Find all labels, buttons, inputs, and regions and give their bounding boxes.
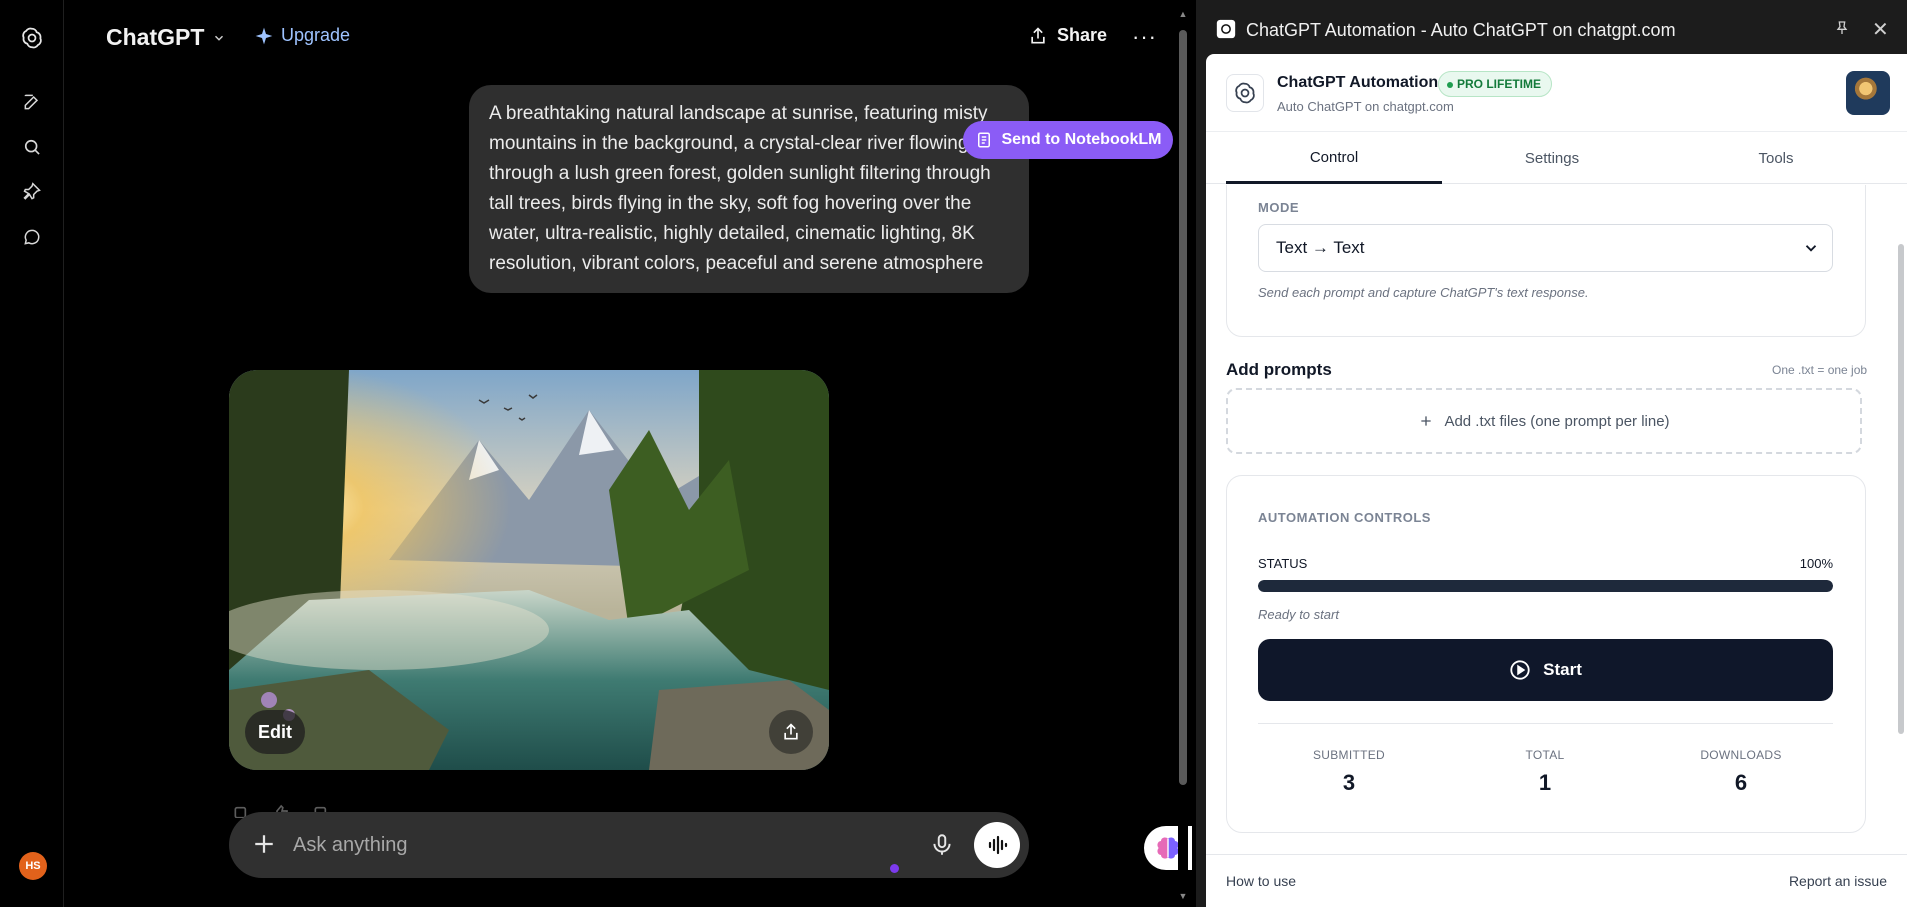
extension-logo-icon bbox=[1216, 19, 1236, 39]
status-row: STATUS 100% bbox=[1258, 556, 1833, 571]
panel-window-title: ChatGPT Automation - Auto ChatGPT on cha… bbox=[1246, 20, 1676, 40]
panel-footer: How to use Report an issue bbox=[1206, 854, 1907, 907]
control-tab-content: MODE Text → Text Send each prompt and ca… bbox=[1206, 185, 1907, 847]
panel-body: ChatGPT Automation PRO LIFETIME Auto Cha… bbox=[1206, 54, 1907, 907]
status-dot bbox=[890, 864, 899, 873]
stat-label: SUBMITTED bbox=[1312, 748, 1386, 762]
add-prompts-title: Add prompts bbox=[1226, 360, 1332, 379]
waveform-icon bbox=[988, 835, 1008, 855]
tab-control[interactable]: Control bbox=[1226, 133, 1442, 184]
plus-icon[interactable] bbox=[249, 829, 279, 859]
mode-selected-value: Text → Text bbox=[1276, 238, 1365, 257]
search-icon[interactable] bbox=[18, 133, 46, 161]
pin-icon[interactable] bbox=[18, 178, 46, 206]
how-to-use-link[interactable]: How to use bbox=[1226, 873, 1296, 889]
new-chat-icon[interactable] bbox=[18, 88, 46, 116]
report-issue-link[interactable]: Report an issue bbox=[1789, 873, 1887, 889]
progress-percent: 100% bbox=[1799, 556, 1833, 571]
chat-scrollbar[interactable]: ▲ ▼ bbox=[1178, 0, 1188, 907]
extension-header: ChatGPT Automation PRO LIFETIME Auto Cha… bbox=[1206, 54, 1907, 132]
landscape-image bbox=[229, 370, 829, 770]
stat-value: 1 bbox=[1538, 770, 1552, 795]
progress-fill bbox=[1258, 580, 1833, 592]
tab-settings[interactable]: Settings bbox=[1444, 133, 1660, 184]
status-label: STATUS bbox=[1258, 556, 1308, 571]
add-txt-files-dropzone[interactable]: Add .txt files (one prompt per line) bbox=[1226, 388, 1862, 454]
stat-label: DOWNLOADS bbox=[1700, 748, 1782, 762]
scroll-down-arrow-icon[interactable]: ▼ bbox=[1178, 890, 1188, 902]
profile-avatar[interactable] bbox=[1846, 71, 1890, 115]
voice-mode-button[interactable] bbox=[974, 822, 1020, 868]
automation-controls-title: AUTOMATION CONTROLS bbox=[1258, 510, 1431, 525]
upgrade-button[interactable]: Upgrade bbox=[254, 25, 350, 46]
start-button[interactable]: Start bbox=[1258, 639, 1833, 701]
stat-label: TOTAL bbox=[1525, 748, 1565, 762]
chevron-down-icon bbox=[215, 35, 224, 41]
mode-hint: Send each prompt and capture ChatGPT's t… bbox=[1258, 285, 1589, 300]
composer bbox=[229, 812, 1029, 878]
sparkle-icon bbox=[255, 27, 273, 44]
openai-logo-icon[interactable] bbox=[18, 24, 46, 52]
left-rail: HS bbox=[0, 0, 64, 907]
share-button[interactable]: Share bbox=[1028, 25, 1107, 46]
more-options-icon[interactable]: ··· bbox=[1132, 24, 1157, 50]
start-label: Start bbox=[1543, 660, 1582, 679]
stat-total: TOTAL 1 bbox=[1465, 748, 1625, 796]
chevron-down-icon bbox=[1805, 245, 1817, 252]
stat-value: 6 bbox=[1734, 770, 1748, 795]
chat-bubble-icon[interactable] bbox=[18, 223, 46, 251]
image-share-icon[interactable] bbox=[769, 710, 813, 754]
extension-name: ChatGPT Automation bbox=[1277, 74, 1439, 91]
play-circle-icon bbox=[1510, 660, 1530, 680]
top-bar: ChatGPT Upgrade Share ··· bbox=[64, 0, 1178, 76]
user-message: A breathtaking natural landscape at sunr… bbox=[469, 85, 1029, 293]
panel-tabs: Control Settings Tools bbox=[1206, 133, 1907, 184]
extension-side-panel: ChatGPT Automation - Auto ChatGPT on cha… bbox=[1196, 0, 1907, 907]
tab-tools[interactable]: Tools bbox=[1662, 133, 1890, 184]
notebook-label: Send to NotebookLM bbox=[1001, 131, 1162, 148]
automation-controls-card: AUTOMATION CONTROLS STATUS 100% Ready to… bbox=[1226, 475, 1866, 833]
extension-openai-logo-icon bbox=[1226, 74, 1264, 112]
prompt-input[interactable] bbox=[293, 826, 873, 864]
panel-scrollbar[interactable] bbox=[1898, 244, 1904, 734]
model-selector[interactable]: ChatGPT bbox=[106, 24, 226, 51]
close-panel-icon[interactable]: ✕ bbox=[1872, 17, 1889, 42]
mode-card: MODE Text → Text Send each prompt and ca… bbox=[1226, 185, 1866, 337]
scrollbar-thumb[interactable] bbox=[1179, 30, 1187, 785]
mode-label: MODE bbox=[1258, 200, 1299, 215]
share-label: Share bbox=[1057, 25, 1108, 45]
dropzone-label: Add .txt files (one prompt per line) bbox=[1444, 412, 1670, 430]
brand-label: ChatGPT bbox=[106, 24, 205, 50]
scroll-up-arrow-icon[interactable]: ▲ bbox=[1178, 8, 1188, 20]
send-to-notebooklm-button[interactable]: Send to NotebookLM bbox=[963, 121, 1173, 159]
user-avatar[interactable]: HS bbox=[19, 852, 47, 880]
chatgpt-app: HS ChatGPT Upgrade Share ··· A breathtak… bbox=[0, 0, 1192, 907]
share-icon bbox=[1031, 26, 1045, 43]
image-edit-button[interactable]: Edit bbox=[245, 710, 305, 754]
upgrade-label: Upgrade bbox=[281, 25, 351, 45]
panel-title-bar: ChatGPT Automation - Auto ChatGPT on cha… bbox=[1196, 0, 1907, 56]
add-prompts-note: One .txt = one job bbox=[1772, 363, 1868, 377]
extension-subtitle: Auto ChatGPT on chatgpt.com bbox=[1277, 99, 1454, 114]
pin-panel-icon[interactable] bbox=[1834, 19, 1850, 37]
generated-image[interactable]: Edit bbox=[229, 370, 829, 770]
notebook-icon bbox=[977, 132, 990, 148]
ready-text: Ready to start bbox=[1258, 607, 1339, 622]
microphone-icon[interactable] bbox=[929, 831, 955, 859]
progress-bar bbox=[1258, 580, 1833, 592]
stats-divider bbox=[1258, 723, 1833, 724]
pro-lifetime-badge: PRO LIFETIME bbox=[1438, 71, 1552, 97]
mode-select[interactable]: Text → Text bbox=[1258, 224, 1833, 272]
stat-downloads: DOWNLOADS 6 bbox=[1661, 748, 1821, 796]
plus-icon bbox=[1421, 416, 1432, 426]
stat-value: 3 bbox=[1342, 770, 1356, 795]
stat-submitted: SUBMITTED 3 bbox=[1269, 748, 1429, 796]
